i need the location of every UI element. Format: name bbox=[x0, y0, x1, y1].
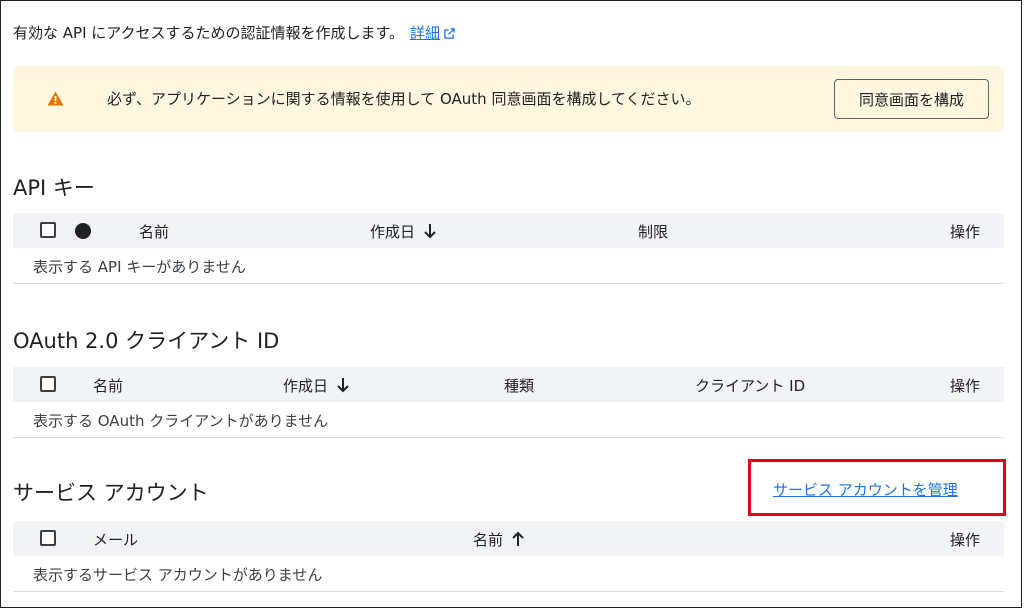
arrow-up-icon bbox=[512, 531, 524, 546]
arrow-down-icon bbox=[424, 224, 436, 239]
select-all-checkbox[interactable] bbox=[40, 222, 56, 238]
column-email[interactable]: メール bbox=[93, 529, 138, 550]
oauth-table-header: 名前 作成日 種類 クライアント ID 操作 bbox=[13, 367, 1004, 402]
manage-link-highlight: サービス アカウントを管理 bbox=[748, 459, 1006, 516]
service-accounts-title: サービス アカウント bbox=[13, 481, 209, 505]
api-keys-table-header: 名前 作成日 制限 操作 bbox=[13, 213, 1004, 248]
api-keys-empty-row: 表示する API キーがありません bbox=[13, 248, 1004, 284]
column-actions: 操作 bbox=[950, 531, 981, 549]
empty-text: 表示する OAuth クライアントがありません bbox=[33, 412, 329, 430]
oauth-empty-row: 表示する OAuth クライアントがありません bbox=[13, 402, 1004, 438]
learn-more-link[interactable]: 詳細 bbox=[410, 24, 440, 42]
column-name[interactable]: 名前 bbox=[139, 221, 169, 242]
column-created[interactable]: 作成日 bbox=[370, 221, 437, 242]
empty-text: 表示する API キーがありません bbox=[33, 258, 246, 276]
select-all-checkbox[interactable] bbox=[40, 376, 56, 392]
column-type: 種類 bbox=[504, 377, 535, 395]
column-created[interactable]: 作成日 bbox=[283, 375, 350, 396]
status-icon bbox=[75, 223, 91, 239]
warning-icon bbox=[47, 91, 64, 106]
api-keys-title: API キー bbox=[13, 176, 95, 200]
column-name[interactable]: 名前 bbox=[473, 529, 525, 550]
oauth-title: OAuth 2.0 クライアント ID bbox=[13, 329, 280, 353]
banner-text: 必ず、アプリケーションに関する情報を使用して OAuth 同意画面を構成してくだ… bbox=[107, 90, 701, 108]
arrow-down-icon bbox=[337, 378, 349, 393]
service-accounts-empty-row: 表示するサービス アカウントがありません bbox=[13, 556, 1004, 592]
service-accounts-table-header: メール 名前 操作 bbox=[13, 521, 1004, 556]
oauth-consent-banner: 必ず、アプリケーションに関する情報を使用して OAuth 同意画面を構成してくだ… bbox=[13, 66, 1004, 132]
column-client-id: クライアント ID bbox=[695, 377, 806, 395]
intro-line: 有効な API にアクセスするための認証情報を作成します。 詳細 bbox=[13, 22, 455, 43]
configure-consent-button[interactable]: 同意画面を構成 bbox=[834, 79, 989, 119]
intro-text: 有効な API にアクセスするための認証情報を作成します。 bbox=[13, 24, 405, 42]
empty-text: 表示するサービス アカウントがありません bbox=[33, 566, 323, 584]
column-actions: 操作 bbox=[950, 223, 981, 241]
column-name[interactable]: 名前 bbox=[93, 375, 123, 396]
column-restrictions: 制限 bbox=[638, 223, 669, 241]
manage-service-accounts-link[interactable]: サービス アカウントを管理 bbox=[773, 479, 958, 500]
open-in-new-icon[interactable] bbox=[444, 28, 455, 39]
select-all-checkbox[interactable] bbox=[40, 530, 56, 546]
column-actions: 操作 bbox=[950, 377, 981, 395]
